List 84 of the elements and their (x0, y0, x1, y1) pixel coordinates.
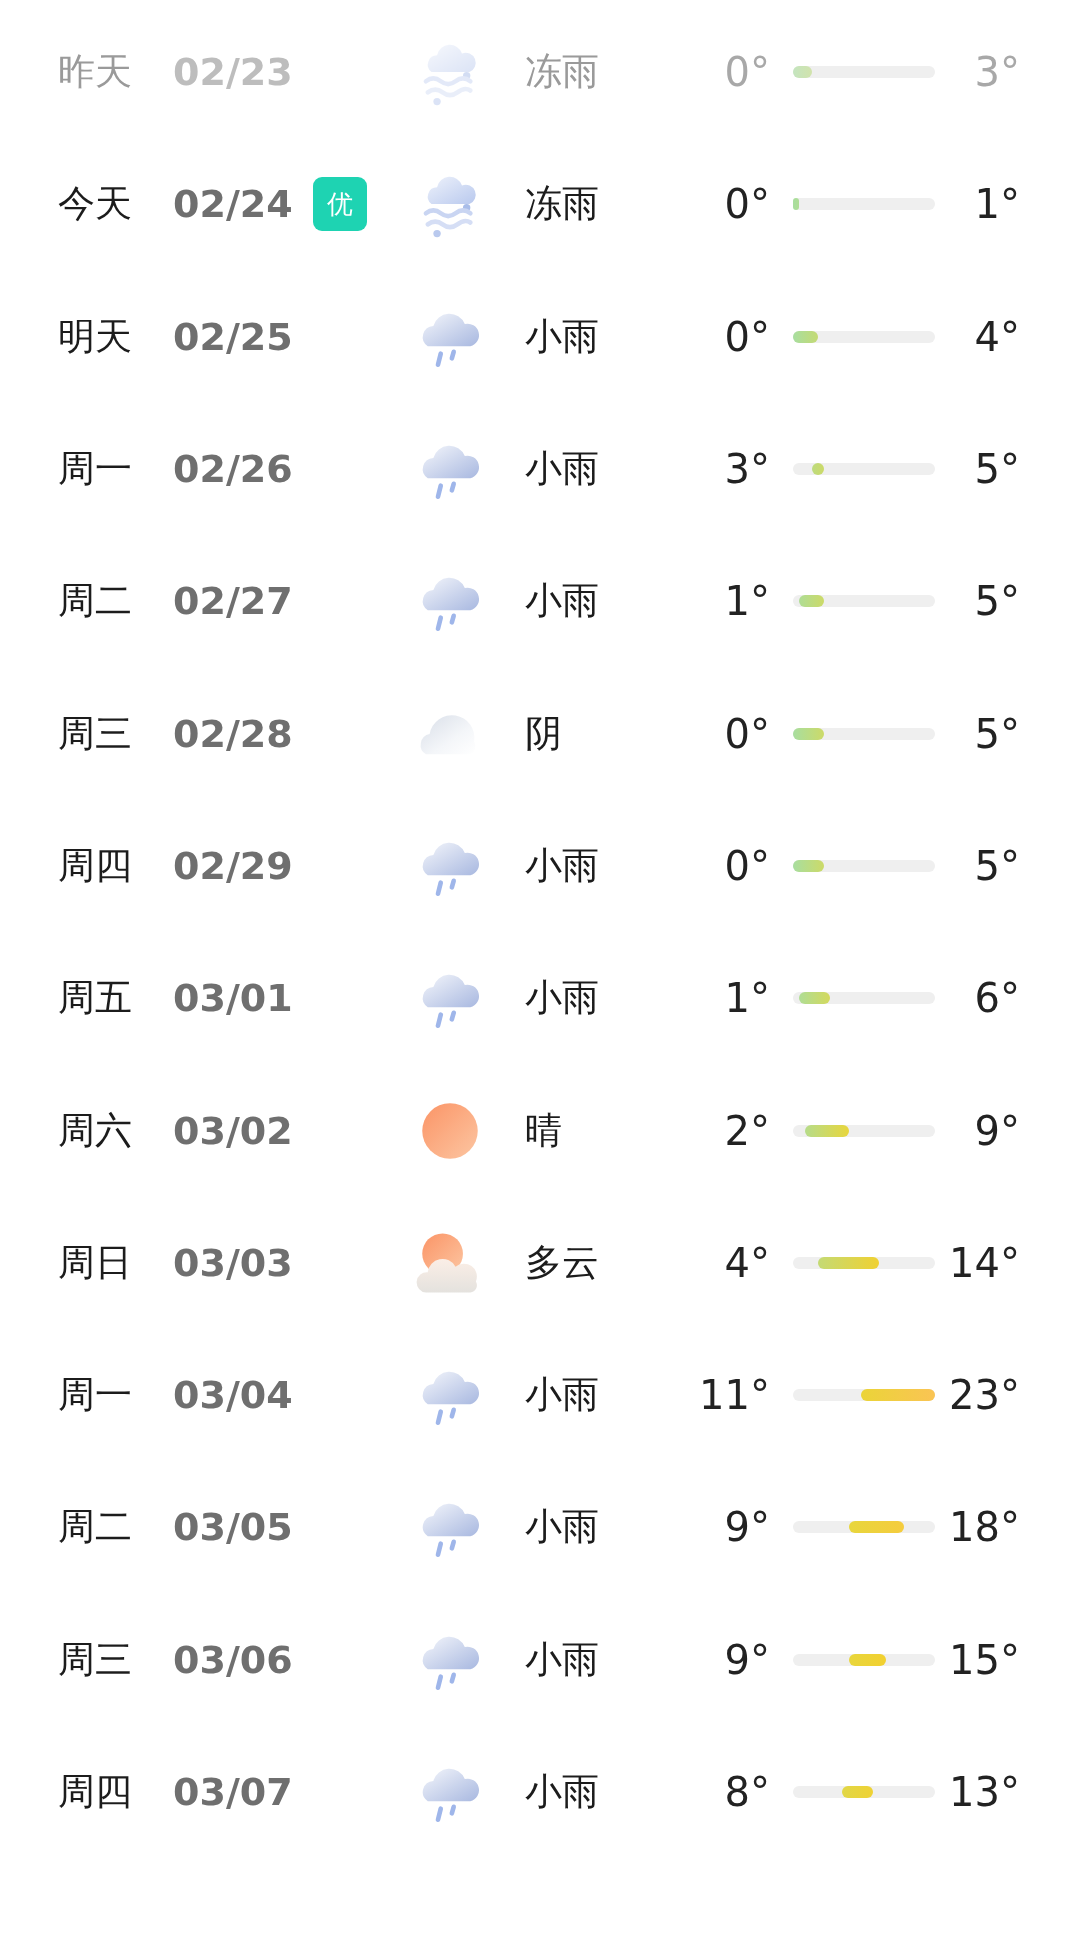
low-temperature: 0° (723, 49, 771, 96)
day-label: 周二 (58, 578, 133, 625)
date-label: 03/04 (173, 1373, 294, 1418)
day-label: 周一 (58, 1372, 133, 1419)
date-label: 02/24 (173, 182, 294, 227)
high-temperature: 5° (973, 710, 1020, 757)
low-temperature: 1° (723, 578, 771, 625)
condition-label: 小雨 (525, 975, 600, 1022)
condition-label: 小雨 (525, 1372, 600, 1419)
high-temperature: 13° (948, 1769, 1020, 1815)
condition-label: 小雨 (525, 446, 600, 493)
low-temperature: 8° (723, 1769, 771, 1815)
day-label: 周六 (58, 1107, 133, 1154)
high-temperature: 5° (973, 578, 1020, 625)
low-temperature: 4° (723, 1239, 771, 1286)
date-label: 02/29 (173, 843, 294, 888)
condition-label: 小雨 (525, 1636, 600, 1683)
temperature-range-fill (848, 1521, 905, 1534)
condition-label: 晴 (525, 1107, 563, 1154)
date-label: 02/23 (173, 50, 294, 95)
condition-label: 小雨 (525, 1769, 600, 1815)
low-temperature: 0° (723, 710, 771, 757)
high-temperature: 4° (973, 313, 1020, 360)
day-label: 周四 (58, 842, 133, 889)
day-label: 今天 (58, 181, 133, 228)
low-temperature: 11° (698, 1372, 771, 1419)
condition-label: 小雨 (525, 842, 600, 889)
date-label: 03/07 (173, 1770, 294, 1814)
day-label: 周三 (58, 1636, 133, 1683)
date-label: 02/27 (173, 579, 294, 624)
high-temperature: 1° (973, 181, 1020, 228)
temperature-range-fill (793, 198, 800, 211)
condition-label: 小雨 (525, 313, 600, 360)
low-temperature: 2° (723, 1107, 771, 1154)
high-temperature: 3° (973, 49, 1020, 96)
low-temperature: 9° (723, 1636, 771, 1683)
temperature-range-fill (793, 859, 824, 872)
condition-label: 冻雨 (525, 49, 600, 96)
day-label: 昨天 (58, 49, 133, 96)
condition-label: 阴 (525, 710, 563, 757)
date-label: 02/26 (173, 447, 294, 492)
condition-label: 小雨 (525, 1504, 600, 1551)
date-label: 03/02 (173, 1108, 294, 1153)
date-label: 03/06 (173, 1637, 294, 1682)
low-temperature: 0° (723, 313, 771, 360)
temperature-range-fill (842, 1786, 874, 1798)
low-temperature: 1° (723, 975, 771, 1022)
day-label: 周一 (58, 446, 133, 493)
low-temperature: 0° (723, 181, 771, 228)
high-temperature: 18° (948, 1504, 1020, 1551)
day-label: 周三 (58, 710, 133, 757)
day-label: 明天 (58, 313, 133, 360)
day-label: 周日 (58, 1239, 133, 1286)
high-temperature: 14° (948, 1239, 1020, 1286)
low-temperature: 9° (723, 1504, 771, 1551)
temperature-range-fill (805, 1124, 849, 1137)
day-label: 周五 (58, 975, 133, 1022)
temperature-range-fill (811, 463, 824, 476)
air-quality-badge: 优 (313, 177, 367, 232)
condition-label: 小雨 (525, 578, 600, 625)
high-temperature: 9° (973, 1107, 1020, 1154)
date-label: 03/03 (173, 1240, 294, 1285)
high-temperature: 23° (948, 1372, 1020, 1419)
high-temperature: 5° (973, 446, 1020, 493)
temperature-range-fill (817, 1256, 880, 1269)
temperature-range-fill (799, 595, 824, 608)
date-label: 03/01 (173, 976, 294, 1021)
temperature-range-fill (848, 1653, 886, 1666)
date-label: 02/28 (173, 711, 294, 756)
high-temperature: 15° (948, 1636, 1020, 1683)
condition-label: 冻雨 (525, 181, 600, 228)
high-temperature: 6° (973, 975, 1020, 1022)
date-label: 03/05 (173, 1505, 294, 1550)
date-label: 02/25 (173, 314, 294, 359)
low-temperature: 3° (723, 446, 771, 493)
day-label: 周二 (58, 1504, 133, 1551)
day-label: 周四 (58, 1769, 133, 1815)
temperature-range-fill (799, 992, 831, 1005)
low-temperature: 0° (723, 842, 771, 889)
temperature-range-fill (793, 66, 812, 79)
high-temperature: 5° (973, 842, 1020, 889)
temperature-range-fill (793, 330, 818, 343)
temperature-range-fill (793, 727, 824, 740)
condition-label: 多云 (525, 1239, 600, 1286)
